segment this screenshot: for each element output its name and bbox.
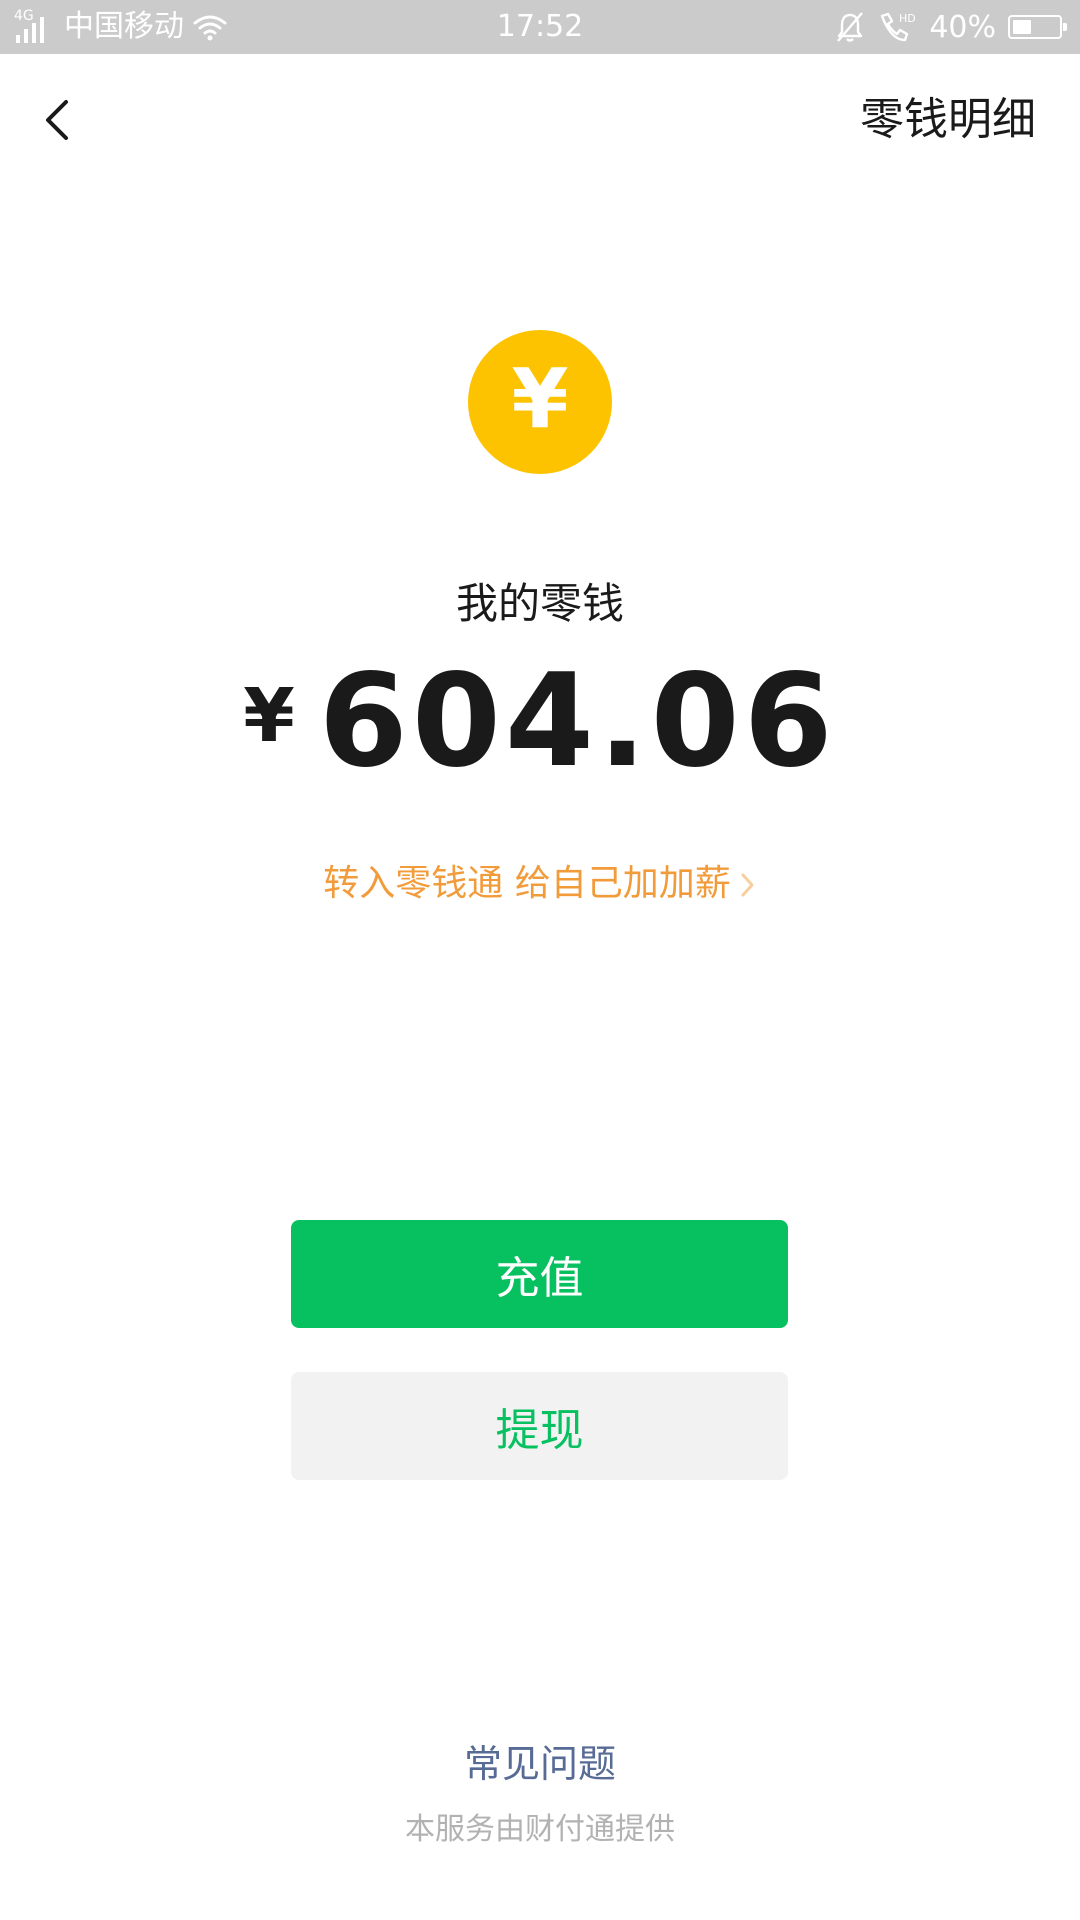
lingqiantong-promo-link[interactable]: 转入零钱通 给自己加加薪: [0, 858, 1080, 910]
balance-details-link[interactable]: 零钱明细: [860, 90, 1036, 150]
currency-symbol: ¥: [243, 673, 295, 759]
battery-percent: 40%: [929, 9, 996, 45]
recharge-label: 充值: [495, 1253, 584, 1304]
battery-icon: [1008, 15, 1067, 39]
coin-icon: ¥: [468, 330, 612, 474]
wallet-balance-page: 4G 中国移动 17:52 HD 40% 零钱明细 ¥ 我的零钱 ¥ 604.0…: [0, 0, 1080, 1920]
faq-link[interactable]: 常见问题: [0, 1736, 1080, 1792]
service-provider-note: 本服务由财付通提供: [405, 1812, 675, 1847]
balance-amount: ¥604.06: [0, 652, 1080, 830]
balance-label: 我的零钱: [455, 579, 624, 628]
coin-yuan-symbol: ¥: [511, 352, 569, 447]
status-bar: 4G 中国移动 17:52 HD 40%: [0, 0, 1080, 54]
nav-header: 零钱明细: [0, 54, 1080, 184]
amount-value: 604.06: [318, 647, 837, 796]
chevron-right-icon: [741, 873, 754, 897]
battery-fill: [1013, 20, 1031, 34]
svg-text:HD: HD: [899, 12, 916, 25]
recharge-button[interactable]: 充值: [291, 1220, 788, 1328]
back-button[interactable]: [30, 90, 90, 150]
chevron-left-icon: [46, 100, 68, 140]
mute-bell-icon: [837, 12, 864, 42]
withdraw-button[interactable]: 提现: [291, 1372, 788, 1480]
hd-call-icon: HD: [881, 12, 916, 42]
withdraw-label: 提现: [495, 1405, 584, 1456]
promo-text: 转入零钱通 给自己加加薪: [323, 863, 731, 904]
status-bar-right: HD 40%: [835, 0, 1067, 54]
